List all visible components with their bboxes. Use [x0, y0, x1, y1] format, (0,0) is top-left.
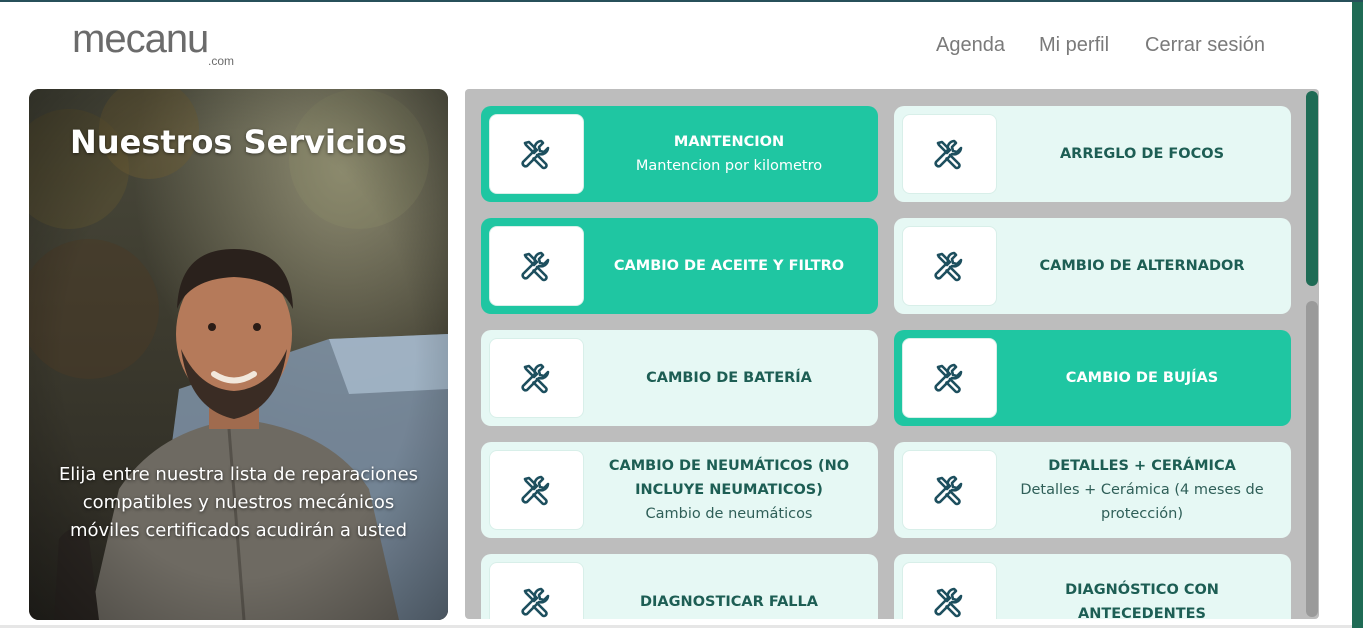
service-title: CAMBIO DE BUJÍAS: [1065, 370, 1219, 386]
logo-domain: .com: [208, 54, 235, 68]
nav-profile-link[interactable]: Mi perfil: [1039, 32, 1109, 58]
wrench-screwdriver-icon: [934, 475, 963, 506]
hero-description: Elija entre nuestra lista de reparacione…: [58, 464, 419, 541]
service-text: CAMBIO DE ACEITE Y FILTRO: [591, 218, 867, 314]
service-card[interactable]: MANTENCION Mantencion por kilometro: [481, 106, 878, 202]
service-title: CAMBIO DE BATERÍA: [646, 370, 812, 386]
service-title: CAMBIO DE ALTERNADOR: [1039, 258, 1245, 274]
service-text: CAMBIO DE BATERÍA: [591, 330, 867, 426]
service-title: CAMBIO DE ACEITE Y FILTRO: [613, 258, 845, 274]
wrench-screwdriver-icon: [934, 251, 963, 282]
hero-panel: Nuestros Servicios Elija entre nuestra l…: [29, 89, 448, 620]
wrench-screwdriver-icon: [521, 587, 550, 618]
service-title: MANTENCION: [673, 134, 785, 150]
service-card[interactable]: DETALLES + CERÁMICA Detalles + Cerámica (…: [894, 442, 1291, 538]
top-border: [0, 0, 1363, 2]
service-icon-box: [902, 450, 997, 530]
service-title: DIAGNOSTICAR FALLA: [640, 594, 818, 610]
service-text: DETALLES + CERÁMICA Detalles + Cerámica (…: [1004, 442, 1280, 538]
service-text: MANTENCION Mantencion por kilometro: [591, 106, 867, 202]
hero-title: Nuestros Servicios: [70, 123, 407, 161]
service-icon-box: [489, 226, 584, 306]
service-text: DIAGNÓSTICO CON ANTECEDENTES: [1004, 554, 1280, 619]
service-subtitle: Detalles + Cerámica (4 meses de protecci…: [1020, 482, 1264, 522]
nav-logout-link[interactable]: Cerrar sesión: [1145, 32, 1265, 58]
service-icon-box: [902, 338, 997, 418]
service-text: CAMBIO DE ALTERNADOR: [1004, 218, 1280, 314]
service-title: ARREGLO DE FOCOS: [1059, 146, 1225, 162]
services-panel: MANTENCION Mantencion por kilometro ARREGL…: [465, 89, 1319, 619]
service-card[interactable]: DIAGNOSTICAR FALLA: [481, 554, 878, 619]
service-card[interactable]: CAMBIO DE BATERÍA: [481, 330, 878, 426]
service-text: CAMBIO DE NEUMÁTICOS (NO INCLUYE NEUMATI…: [591, 442, 867, 538]
wrench-screwdriver-icon: [521, 475, 550, 506]
wrench-screwdriver-icon: [934, 587, 963, 618]
logo[interactable]: mecanu .com: [72, 16, 242, 72]
service-icon-box: [902, 114, 997, 194]
scrollbar-thumb[interactable]: [1306, 91, 1318, 286]
nav-agenda-link[interactable]: Agenda: [936, 32, 1005, 58]
service-subtitle: Mantencion por kilometro: [635, 158, 823, 174]
service-card[interactable]: DIAGNÓSTICO CON ANTECEDENTES: [894, 554, 1291, 619]
service-card[interactable]: CAMBIO DE ALTERNADOR: [894, 218, 1291, 314]
service-text: CAMBIO DE BUJÍAS: [1004, 330, 1280, 426]
service-title: CAMBIO DE NEUMÁTICOS (NO INCLUYE NEUMATI…: [608, 458, 850, 498]
scrollbar-track[interactable]: [1306, 301, 1318, 617]
service-title: DETALLES + CERÁMICA: [1048, 458, 1236, 474]
service-icon-box: [902, 562, 997, 619]
service-card[interactable]: CAMBIO DE NEUMÁTICOS (NO INCLUYE NEUMATI…: [481, 442, 878, 538]
logo-wordmark: mecanu: [72, 17, 209, 61]
page-scrollbar[interactable]: [1352, 2, 1363, 628]
wrench-screwdriver-icon: [521, 251, 550, 282]
service-card[interactable]: CAMBIO DE BUJÍAS: [894, 330, 1291, 426]
service-card[interactable]: ARREGLO DE FOCOS: [894, 106, 1291, 202]
wrench-screwdriver-icon: [521, 363, 550, 394]
service-icon-box: [489, 450, 584, 530]
service-icon-box: [489, 338, 584, 418]
service-title: DIAGNÓSTICO CON ANTECEDENTES: [1065, 582, 1219, 619]
services-scrollbar[interactable]: [1306, 91, 1318, 617]
wrench-screwdriver-icon: [521, 139, 550, 170]
service-subtitle: Cambio de neumáticos: [645, 506, 813, 522]
service-text: ARREGLO DE FOCOS: [1004, 106, 1280, 202]
service-card[interactable]: CAMBIO DE ACEITE Y FILTRO: [481, 218, 878, 314]
service-icon-box: [489, 114, 584, 194]
wrench-screwdriver-icon: [934, 139, 963, 170]
service-text: DIAGNOSTICAR FALLA: [591, 554, 867, 619]
wrench-screwdriver-icon: [934, 363, 963, 394]
service-icon-box: [902, 226, 997, 306]
service-icon-box: [489, 562, 584, 619]
